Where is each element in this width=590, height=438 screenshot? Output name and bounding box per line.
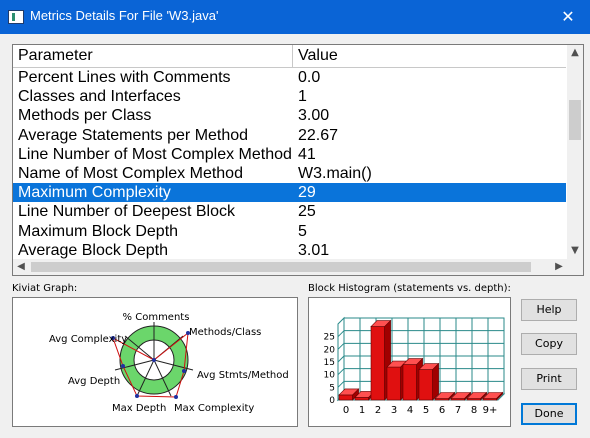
column-header-value[interactable]: Value (293, 45, 566, 67)
value-cell: 41 (298, 145, 316, 163)
table-body: Percent Lines with Comments 0.0 Classes a… (13, 68, 566, 260)
table-row[interactable]: Average Block Depth 3.01 (13, 241, 566, 260)
parameter-cell: Name of Most Complex Method (18, 164, 243, 182)
histogram-x-tick: 9+ (483, 405, 498, 416)
scroll-left-icon[interactable]: ◀ (13, 259, 29, 275)
value-cell: 1 (298, 88, 307, 106)
histogram-x-tick: 8 (471, 405, 477, 416)
table-row-selected[interactable]: Maximum Complexity 29 (13, 183, 566, 203)
scroll-corner (567, 259, 583, 275)
kiviat-axis-label: Max Depth (112, 403, 166, 414)
parameter-cell: Methods per Class (18, 107, 152, 125)
horizontal-scroll-thumb[interactable] (31, 262, 531, 272)
kiviat-graph: % Comments Methods/Class Avg Stmts/Metho… (12, 297, 298, 427)
kiviat-svg: % Comments Methods/Class Avg Stmts/Metho… (49, 312, 289, 414)
value-cell: 22.67 (298, 126, 339, 144)
histogram-label: Block Histogram (statements vs. depth): (308, 283, 511, 294)
histogram-y-tick: 20 (324, 345, 336, 355)
close-button[interactable]: ✕ (556, 5, 580, 29)
help-button[interactable]: Help (521, 299, 577, 321)
done-button[interactable]: Done (521, 403, 577, 425)
window-title: Metrics Details For File 'W3.java' (30, 8, 219, 23)
parameter-cell: Line Number of Deepest Block (18, 203, 235, 221)
scroll-right-icon[interactable]: ▶ (551, 259, 567, 275)
parameter-cell: Line Number of Most Complex Method (18, 145, 292, 163)
histogram-x-tick: 6 (439, 405, 445, 416)
horizontal-scrollbar[interactable]: ◀ ▶ (13, 259, 567, 275)
parameter-cell: Average Block Depth (18, 241, 169, 259)
histogram-y-tick: 0 (329, 396, 335, 406)
kiviat-axis-label: Max Complexity (174, 403, 254, 414)
histogram-x-tick: 0 (343, 405, 349, 416)
print-button[interactable]: Print (521, 368, 577, 390)
histogram-x-axis: 0 1 2 3 4 5 6 7 8 9+ (343, 405, 498, 416)
kiviat-point (152, 358, 156, 362)
copy-button[interactable]: Copy (521, 333, 577, 355)
column-header-parameter[interactable]: Parameter (13, 45, 293, 67)
histogram-y-tick: 10 (324, 371, 336, 381)
kiviat-axis-label: Avg Depth (68, 376, 120, 387)
parameter-cell: Classes and Interfaces (18, 88, 181, 106)
histogram-bar (418, 362, 440, 401)
kiviat-axis-label: Avg Complexity (49, 334, 127, 345)
histogram-x-tick: 5 (423, 405, 429, 416)
value-cell: 5 (298, 222, 307, 240)
table-row[interactable]: Methods per Class 3.00 (13, 106, 566, 125)
histogram-y-tick: 5 (329, 383, 335, 393)
value-cell: 29 (298, 184, 316, 202)
histogram-y-tick: 15 (324, 358, 335, 368)
kiviat-point (121, 364, 125, 368)
table-row[interactable]: Name of Most Complex Method W3.main() (13, 164, 566, 183)
value-cell: W3.main() (298, 164, 372, 182)
kiviat-label: Kiviat Graph: (12, 283, 78, 294)
histogram-x-tick: 4 (407, 405, 413, 416)
value-cell: 3.00 (298, 107, 330, 125)
histogram-x-tick: 7 (455, 405, 461, 416)
kiviat-axis-label: Avg Stmts/Method (197, 370, 289, 381)
table-row[interactable]: Line Number of Most Complex Method 41 (13, 145, 566, 164)
kiviat-point (135, 394, 139, 398)
value-cell: 0.0 (298, 69, 321, 86)
table-row[interactable]: Percent Lines with Comments 0.0 (13, 68, 566, 87)
app-icon (8, 10, 24, 24)
scroll-up-icon[interactable]: ▲ (567, 45, 583, 61)
metrics-table[interactable]: Parameter Value Percent Lines with Comme… (12, 44, 584, 276)
parameter-cell: Percent Lines with Comments (18, 69, 231, 86)
kiviat-point (174, 395, 178, 399)
histogram-svg: 0510152025 0 1 2 3 4 5 6 7 8 9+ (324, 316, 506, 416)
kiviat-point (182, 369, 186, 373)
table-row[interactable]: Maximum Block Depth 5 (13, 222, 566, 241)
scroll-down-icon[interactable]: ▼ (567, 243, 583, 259)
table-row[interactable]: Classes and Interfaces 1 (13, 87, 566, 106)
value-cell: 25 (298, 203, 316, 221)
kiviat-axis-label: Methods/Class (189, 327, 261, 338)
block-histogram: 0 5 10 15 20 25 0 1 2 3 4 5 6 7 8 9+ (308, 297, 511, 427)
histogram-y-tick: 25 (324, 333, 335, 343)
value-cell: 3.01 (298, 241, 330, 259)
table-row[interactable]: Average Statements per Method 22.67 (13, 126, 566, 145)
parameter-cell: Maximum Block Depth (18, 222, 179, 240)
histogram-x-tick: 2 (375, 405, 381, 416)
parameter-cell: Maximum Complexity (18, 184, 171, 202)
kiviat-axis-label: % Comments (123, 312, 190, 323)
histogram-x-tick: 3 (391, 405, 397, 416)
histogram-x-tick: 1 (359, 405, 365, 416)
table-header: Parameter Value (13, 45, 566, 68)
vertical-scroll-thumb[interactable] (569, 100, 581, 140)
vertical-scrollbar[interactable]: ▲ ▼ (567, 45, 583, 259)
histogram-y-axis: 0 5 10 15 20 25 (324, 333, 336, 406)
title-bar: Metrics Details For File 'W3.java' ✕ (0, 0, 590, 34)
table-row[interactable]: Line Number of Deepest Block 25 (13, 202, 566, 221)
parameter-cell: Average Statements per Method (18, 126, 249, 144)
